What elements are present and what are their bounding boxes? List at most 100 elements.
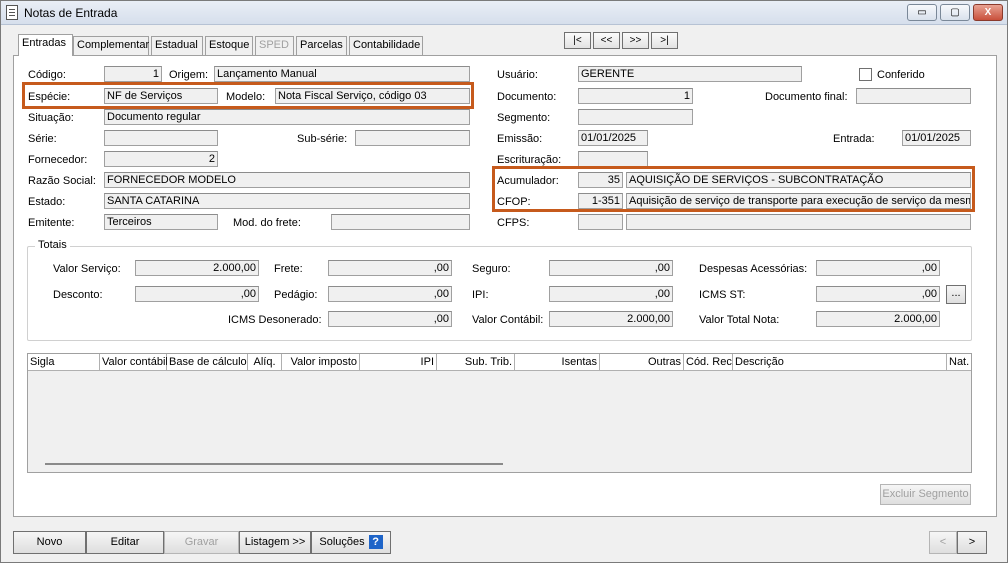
icms-st-field[interactable]: ,00: [816, 286, 940, 302]
tab-estoque[interactable]: Estoque: [205, 36, 253, 55]
especie-modelo-highlight: [22, 82, 474, 109]
codigo-field[interactable]: 1: [104, 66, 162, 82]
minimize-button[interactable]: ▭: [907, 4, 937, 21]
first-record-button[interactable]: |<: [564, 32, 591, 49]
maximize-icon: ▢: [950, 7, 960, 18]
cfps-field[interactable]: [578, 214, 623, 230]
pedagio-field[interactable]: ,00: [328, 286, 452, 302]
tab-contabilidade[interactable]: Contabilidade: [349, 36, 423, 55]
tab-complementar[interactable]: Complementar: [73, 36, 149, 55]
close-icon: X: [984, 7, 992, 18]
valor-servico-field[interactable]: 2.000,00: [135, 260, 259, 276]
column-header-outras[interactable]: Outras: [600, 354, 684, 371]
estado-field[interactable]: SANTA CATARINA: [104, 193, 470, 209]
emitente-field[interactable]: Terceiros: [104, 214, 218, 230]
column-header-ipi[interactable]: IPI: [360, 354, 437, 371]
valor-total-label: Valor Total Nota:: [699, 314, 780, 326]
novo-button[interactable]: Novo: [13, 531, 86, 554]
seguro-field[interactable]: ,00: [549, 260, 673, 276]
column-header-isentas[interactable]: Isentas: [515, 354, 600, 371]
tab-parcelas[interactable]: Parcelas: [296, 36, 347, 55]
icms-desonerado-field[interactable]: ,00: [328, 311, 452, 327]
segments-grid[interactable]: Sigla Valor contábil Base de cálculo Alí…: [27, 353, 972, 473]
situacao-label: Situação:: [28, 112, 74, 124]
column-header-descricao[interactable]: Descrição: [733, 354, 947, 371]
column-header-cod-rec[interactable]: Cód. Rec.: [684, 354, 735, 371]
column-header-sub-trib[interactable]: Sub. Trib.: [437, 354, 515, 371]
emissao-field[interactable]: 01/01/2025: [578, 130, 648, 146]
column-header-nat[interactable]: Nat.: [947, 354, 971, 371]
desconto-field[interactable]: ,00: [135, 286, 259, 302]
column-header-aliquota[interactable]: Alíq.: [248, 354, 282, 371]
help-icon: ?: [368, 535, 383, 550]
documento-final-field[interactable]: [856, 88, 971, 104]
column-header-valor-imposto[interactable]: Valor imposto: [282, 354, 360, 371]
next-record-button[interactable]: >>: [622, 32, 649, 49]
seguro-label: Seguro:: [472, 263, 511, 275]
column-header-valor-contabil[interactable]: Valor contábil: [100, 354, 168, 371]
listagem-button[interactable]: Listagem >>: [239, 531, 311, 554]
emissao-label: Emissão:: [497, 133, 543, 145]
documento-label: Documento:: [497, 91, 557, 103]
entrada-field[interactable]: 01/01/2025: [902, 130, 971, 146]
document-icon: [6, 5, 18, 20]
valor-servico-label: Valor Serviço:: [53, 263, 121, 275]
codigo-label: Código:: [28, 69, 66, 81]
last-record-button[interactable]: >|: [651, 32, 678, 49]
solucoes-label: Soluções: [319, 536, 365, 548]
frete-field[interactable]: ,00: [328, 260, 452, 276]
ipi-label: IPI:: [472, 289, 489, 301]
escrituracao-label: Escrituração:: [497, 154, 562, 166]
razao-social-field[interactable]: FORNECEDOR MODELO: [104, 172, 470, 188]
fornecedor-label: Fornecedor:: [28, 154, 88, 166]
fornecedor-field[interactable]: 2: [104, 151, 218, 167]
ipi-field[interactable]: ,00: [549, 286, 673, 302]
situacao-field[interactable]: Documento regular: [104, 109, 470, 125]
valor-total-field[interactable]: 2.000,00: [816, 311, 940, 327]
excluir-segmento-button: Excluir Segmento: [880, 484, 971, 505]
totais-title: Totais: [35, 239, 70, 251]
conferido-checkbox[interactable]: [859, 68, 872, 81]
title-bar: Notas de Entrada ▭ ▢ X: [1, 1, 1007, 25]
razao-social-label: Razão Social:: [28, 175, 96, 187]
frete-label: Frete:: [274, 263, 303, 275]
subserie-field[interactable]: [355, 130, 470, 146]
tab-estadual[interactable]: Estadual: [151, 36, 203, 55]
despesas-label: Despesas Acessórias:: [699, 263, 808, 275]
close-button[interactable]: X: [973, 4, 1003, 21]
usuario-field[interactable]: GERENTE: [578, 66, 802, 82]
origem-label: Origem:: [169, 69, 209, 81]
segmento-label: Segmento:: [497, 112, 551, 124]
mod-frete-label: Mod. do frete:: [233, 217, 301, 229]
column-header-sigla[interactable]: Sigla: [28, 354, 100, 371]
escrituracao-field[interactable]: [578, 151, 648, 167]
next-page-button[interactable]: >: [957, 531, 987, 554]
icms-st-label: ICMS ST:: [699, 289, 746, 301]
usuario-label: Usuário:: [497, 69, 538, 81]
subserie-label: Sub-série:: [297, 133, 348, 145]
origem-field[interactable]: Lançamento Manual: [214, 66, 470, 82]
window-title: Notas de Entrada: [24, 6, 118, 20]
despesas-field[interactable]: ,00: [816, 260, 940, 276]
conferido-label: Conferido: [877, 69, 925, 81]
column-header-base-calculo[interactable]: Base de cálculo: [167, 354, 248, 371]
documento-field[interactable]: 1: [578, 88, 693, 104]
prev-record-button[interactable]: <<: [593, 32, 620, 49]
estado-label: Estado:: [28, 196, 66, 208]
tab-sped: SPED: [255, 36, 294, 55]
desconto-label: Desconto:: [53, 289, 103, 301]
mod-frete-field[interactable]: [331, 214, 470, 230]
documento-final-label: Documento final:: [765, 91, 848, 103]
maximize-button[interactable]: ▢: [940, 4, 970, 21]
editar-button[interactable]: Editar: [86, 531, 164, 554]
cfps-description: [626, 214, 971, 230]
valor-contabil-field[interactable]: 2.000,00: [549, 311, 673, 327]
solucoes-button[interactable]: Soluções?: [311, 531, 391, 554]
icms-st-details-button[interactable]: ...: [946, 285, 966, 304]
horizontal-scrollbar[interactable]: [45, 463, 503, 465]
entrada-label: Entrada:: [833, 133, 875, 145]
tab-entradas[interactable]: Entradas: [18, 34, 73, 56]
segmento-field[interactable]: [578, 109, 693, 125]
serie-field[interactable]: [104, 130, 218, 146]
previous-page-button: <: [929, 531, 957, 554]
